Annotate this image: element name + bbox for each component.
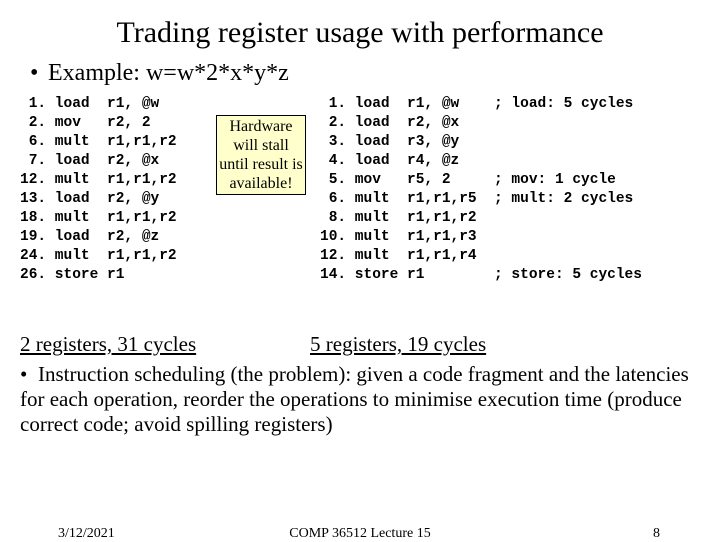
caption-right: 5 registers, 19 cycles	[310, 332, 486, 357]
example-text: Example: w=w*2*x*y*z	[48, 60, 289, 86]
hardware-note-box: Hardware will stall until result is avai…	[216, 115, 306, 195]
code-left: 1. load r1, @w 2. mov r2, 2 6. mult r1,r…	[20, 95, 177, 285]
caption-left: 2 registers, 31 cycles	[20, 332, 196, 357]
slide-title: Trading register usage with performance	[20, 16, 700, 50]
example-bullet: •Example: w=w*2*x*y*z	[30, 60, 700, 87]
code-right: 1. load r1, @w ; load: 5 cycles 2. load …	[320, 95, 642, 285]
scheduling-text: Instruction scheduling (the problem): gi…	[20, 362, 689, 436]
scheduling-bullet: •Instruction scheduling (the problem): g…	[20, 362, 700, 437]
